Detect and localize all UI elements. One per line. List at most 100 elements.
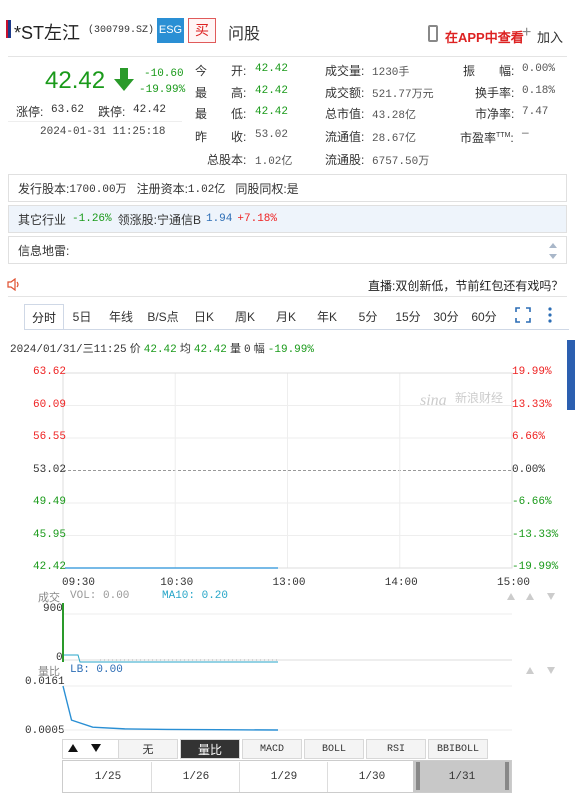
down-arrow-icon [114,68,134,91]
open-in-app-link[interactable]: 在APP中查看 [445,27,524,46]
indicator-rsi[interactable]: RSI [366,739,426,759]
indicator-none[interactable]: 无 [118,739,178,759]
tab-60min[interactable]: 60分 [464,304,504,330]
price-divider [8,121,182,122]
price-ytick-left: 56.55 [33,431,67,443]
prev-close-value: 53.02 [255,129,289,141]
indicator-boll[interactable]: BOLL [304,739,364,759]
range-handle-left[interactable] [416,762,420,790]
broadcast-divider [8,296,567,297]
tab-bs-points[interactable]: B/S点 [142,304,184,330]
stock-code: (300799.SZ) [88,25,155,36]
scroll-arrows-icon[interactable] [548,240,558,262]
tabs-baseline [24,329,569,330]
same-rights: 同股同权:是 [235,181,299,196]
esg-button[interactable]: ESG [157,18,184,43]
range-handle-right[interactable] [505,762,509,790]
chart-date: 2024/01/31/三11:25 [10,344,127,356]
reg-capital-label: 注册资本: [136,181,188,196]
chart-chg-label: 幅 [253,343,265,355]
plus-icon[interactable]: + [522,24,531,42]
pe-label-sup: TTM [496,132,511,139]
tab-5day[interactable]: 5日 [64,304,100,330]
issue-value: 1700.00万 [69,184,127,196]
issue-label: 发行股本: [18,181,70,196]
high-label: 最 高: [195,86,247,100]
industry-name[interactable]: 其它行业 [18,211,66,228]
total-mv-label: 总市值: [325,107,365,121]
pe-label-text: 市盈率 [460,131,497,145]
industry-change: -1.26% [72,213,112,225]
tab-yearly-k[interactable]: 年K [306,304,348,330]
time-xtick: 10:30 [160,577,194,589]
ma10-line [64,654,278,663]
stock-header: *ST左江 (300799.SZ) ESG 买 问股 在APP中查看 + 加入 [0,0,575,58]
indicator-volume-ratio[interactable]: 量比 [180,739,240,759]
blue-flag-bar [8,20,11,38]
indicator-macd[interactable]: MACD [242,739,302,759]
tab-5min[interactable]: 5分 [348,304,388,330]
pct-ytick-right: -19.99% [512,561,559,573]
ratio-down-icon[interactable] [546,665,556,675]
issue-info-box: 发行股本: 1700.00万 注册资本: 1.02亿 同股同权:是 [8,174,567,202]
pct-ytick-right: -6.66% [512,496,552,508]
current-price: 42.42 [45,67,106,94]
fullscreen-icon[interactable] [515,307,531,323]
volume-ratio-chart [62,685,512,731]
chart-chg: -19.99% [267,344,314,356]
buy-button[interactable]: 买 [188,18,216,43]
limit-up-value: 63.62 [51,104,85,116]
pct-ytick-right: -13.33% [512,528,559,541]
amplitude-value: 0.00% [522,63,556,75]
price-ytick-left: 49.49 [33,496,67,508]
tab-15min[interactable]: 15分 [388,304,428,330]
time-xtick: 15:00 [497,577,531,589]
lb-indicator: LB: 0.00 [70,664,123,676]
prev-close-label: 昨 收: [195,130,247,144]
tab-weekly-k[interactable]: 周K [224,304,266,330]
indicator-bbiboll[interactable]: BBIBOLL [428,739,488,759]
tab-daily-k[interactable]: 日K [184,304,224,330]
header-divider [8,56,567,57]
chart-avg: 42.42 [193,344,227,356]
add-watchlist-link[interactable]: 加入 [537,27,563,46]
ratio-up-icon[interactable] [525,665,535,675]
amount-value: 521.77万元 [372,89,434,101]
tab-year-line[interactable]: 年线 [100,304,142,330]
tab-30min[interactable]: 30分 [428,304,464,330]
date-divider [151,762,152,792]
chart-avg-label: 均 [179,343,191,355]
tab-monthly-k[interactable]: 月K [266,304,306,330]
limit-up-label: 涨停: [16,105,44,119]
more-options-icon[interactable] [547,307,553,323]
sina-watermark-logo: sina [420,392,447,409]
chart-price: 42.42 [143,344,177,356]
date-divider [239,762,240,792]
pe-label: 市盈率TTM: [460,131,514,145]
price-ytick-left: 53.02 [33,463,67,476]
pct-ytick-right: 19.99% [512,366,552,378]
tab-minute[interactable]: 分时 [24,304,64,330]
info-mine-label: 信息地雷: [18,243,70,258]
amount-label: 成交额: [325,86,365,100]
price-ytick-left: 60.09 [33,398,67,411]
speaker-icon[interactable] [7,278,21,291]
open-value: 42.42 [255,63,289,75]
indicator-prev-icon[interactable] [67,743,79,753]
ask-stock-link[interactable]: 问股 [228,20,260,44]
sina-watermark-text: 新浪财经 [455,390,503,405]
high-value: 42.42 [255,85,289,97]
leader-name[interactable]: 宁通信B [157,211,201,228]
date-divider [327,762,328,792]
pb-value: 7.47 [522,106,549,118]
total-shares-label: 总股本: [207,153,247,167]
date-label: 1/25 [94,771,122,783]
quote-datetime: 2024-01-31 11:25:18 [40,126,166,138]
stock-name: *ST左江 [14,23,81,43]
time-xtick: 09:30 [62,577,96,589]
price-ytick-left: 45.95 [33,528,67,541]
indicator-next-icon[interactable] [90,743,102,753]
limit-down-label: 跌停: [98,105,126,119]
broadcast-link[interactable]: 直播:双创新低，节前红包还有戏吗？ [368,277,563,294]
chart-vol: 0 [244,344,251,356]
